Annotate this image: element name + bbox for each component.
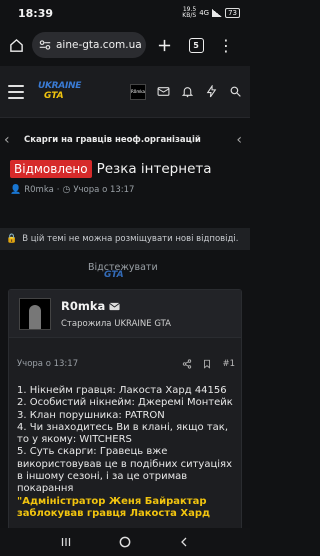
clock-icon: ◷	[62, 185, 71, 195]
status-badge: Відмовлено	[10, 160, 92, 178]
watermark-logo: GTA	[104, 270, 124, 280]
thread-author[interactable]: R0mka	[24, 185, 54, 195]
network-type: 4G	[199, 9, 210, 17]
lightning-icon[interactable]	[205, 85, 218, 98]
tab-switcher-button[interactable]: 5	[184, 33, 208, 57]
post-line: 3. Клан порушника: PATRON	[17, 409, 165, 421]
avatar[interactable]	[19, 298, 51, 330]
home-icon-svg	[9, 38, 23, 52]
post-meta: Учора о 13:17 #1	[17, 359, 235, 369]
chevron-left-icon[interactable]: ‹	[4, 132, 16, 148]
recent-apps-icon[interactable]	[59, 535, 73, 549]
post-number[interactable]: #1	[222, 359, 235, 369]
separator-dot: ·	[56, 185, 60, 195]
post-author-role: Старожила UKRAINE GTA	[61, 319, 171, 329]
status-indicators: 19.5 KB/S 4G 73	[182, 7, 240, 19]
system-nav-bar	[0, 528, 250, 556]
thread-header: Відмовлено Резка інтернета 👤 R0mka · ◷ У…	[10, 160, 242, 195]
lock-icon: 🔒	[6, 234, 18, 244]
tab-count: 5	[188, 37, 204, 53]
address-bar[interactable]: aine-gta.com.ua	[32, 32, 146, 58]
post-quote: "Адміністратор Женя Байрактар заблокував…	[17, 495, 211, 519]
new-tab-icon[interactable]	[152, 33, 176, 57]
site-logo[interactable]: UKRAINE GTA	[38, 75, 81, 109]
post-author-block: R0mka Старожила UKRAINE GTA	[9, 290, 241, 338]
back-icon[interactable]	[177, 535, 191, 549]
breadcrumb-label[interactable]: Скарги на гравців неоф.організацій	[24, 135, 201, 145]
net-speed: 19.5 KB/S	[182, 6, 197, 19]
search-icon[interactable]	[229, 85, 242, 98]
page-title: Резка інтернета	[96, 161, 212, 177]
home-icon[interactable]	[4, 33, 28, 57]
thread-meta: 👤 R0mka · ◷ Учора о 13:17	[10, 185, 242, 195]
locked-notice-text: В цій темі не можна розміщувати нові від…	[22, 234, 239, 244]
site-header: UKRAINE GTA R0mka	[0, 66, 250, 118]
menu-hamburger-icon[interactable]	[8, 84, 24, 99]
locked-notice: 🔒 В цій темі не можна розміщувати нові в…	[0, 228, 250, 250]
post-line: 2. Особистий нікнейм: Джеремі Монтейк	[17, 397, 233, 409]
post-body: 1. Нікнейм гравця: Лакоста Хард 44156 2.…	[17, 385, 237, 520]
post-line: 4. Чи знаходитесь Ви в клані, якщо так, …	[17, 421, 229, 446]
signal-icon	[212, 9, 223, 17]
header-icons: R0mka	[130, 83, 242, 100]
user-icon: 👤	[10, 185, 22, 195]
plus-icon	[158, 39, 170, 51]
post-line: 5. Суть скарги: Гравець вже використовув…	[17, 446, 232, 495]
menu-kebab-icon[interactable]: ⋮	[214, 33, 238, 57]
share-icon[interactable]	[182, 359, 192, 369]
post-author-name[interactable]: R0mka	[61, 299, 121, 313]
browser-toolbar: aine-gta.com.ua 5 ⋮	[0, 28, 250, 62]
thread-title-row: Відмовлено Резка інтернета	[10, 160, 242, 178]
mail-icon[interactable]	[109, 302, 121, 311]
mail-icon[interactable]	[157, 85, 170, 98]
post: R0mka Старожила UKRAINE GTA Учора о 13:1…	[8, 289, 242, 556]
post-date[interactable]: Учора о 13:17	[17, 359, 78, 369]
site-settings-icon[interactable]	[38, 38, 52, 52]
status-time: 18:39	[18, 6, 54, 20]
chevron-left-icon-right[interactable]: ‹	[236, 132, 242, 148]
user-avatar[interactable]: R0mka	[130, 83, 146, 100]
post-actions: #1	[182, 359, 235, 369]
home-button-icon[interactable]	[118, 535, 132, 549]
battery-icon: 73	[225, 8, 240, 18]
bookmark-icon[interactable]	[202, 359, 212, 369]
url-text: aine-gta.com.ua	[56, 39, 142, 51]
post-line: 1. Нікнейм гравця: Лакоста Хард 44156	[17, 385, 227, 396]
status-bar: 18:39 19.5 KB/S 4G 73	[0, 0, 250, 26]
breadcrumb[interactable]: ‹ Скарги на гравців неоф.організацій ‹	[4, 124, 242, 156]
bell-icon[interactable]	[181, 85, 194, 98]
thread-date[interactable]: Учора о 13:17	[73, 185, 134, 195]
